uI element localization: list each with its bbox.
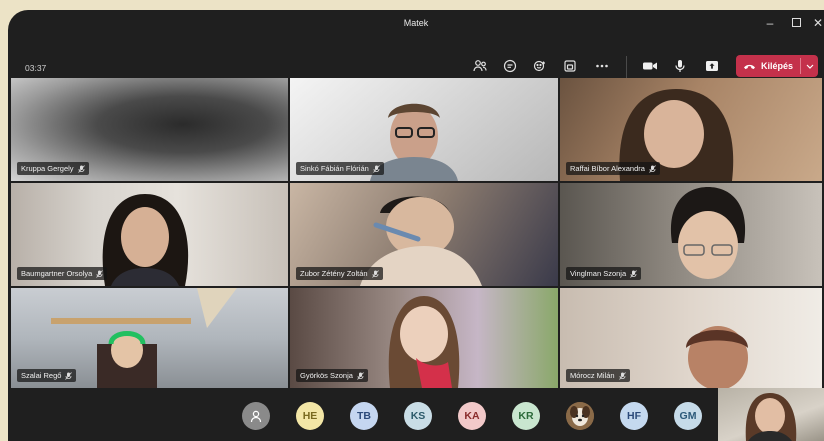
participant-name: Szalai Regő	[21, 371, 62, 380]
video-tile[interactable]: Györkös Szonja	[290, 288, 558, 388]
minimize-icon[interactable]: –	[760, 14, 780, 32]
dog-photo-avatar[interactable]	[566, 402, 594, 430]
teams-meeting-window: Matek – ✕ 03:37 Kilépés Kruppa Gergely S…	[8, 10, 824, 441]
participant-name-tag: Vinglman Szonja	[566, 267, 642, 280]
video-tile[interactable]: Vinglman Szonja	[560, 183, 822, 286]
participant-name: Baumgartner Orsolya	[21, 269, 93, 278]
camera-icon[interactable]	[640, 56, 660, 76]
participant-name: Kruppa Gergely	[21, 164, 74, 173]
people-icon[interactable]	[470, 56, 490, 76]
video-tile[interactable]: Sinkó Fábián Flórián	[290, 78, 558, 181]
participant-avatar[interactable]: TB	[350, 402, 378, 430]
participant-name-tag: Zubor Zétény Zoltán	[296, 267, 383, 280]
mic-muted-icon	[371, 269, 379, 278]
mic-muted-icon	[96, 269, 104, 278]
microphone-icon[interactable]	[670, 56, 690, 76]
window-title: Matek	[403, 18, 429, 28]
participant-avatar[interactable]: GM	[674, 402, 702, 430]
more-options-icon[interactable]	[592, 56, 612, 76]
person-icon[interactable]	[242, 402, 270, 430]
rooms-icon[interactable]	[560, 56, 580, 76]
participant-avatar[interactable]: HE	[296, 402, 324, 430]
video-tile[interactable]: Kruppa Gergely	[11, 78, 288, 181]
leave-main[interactable]: Kilépés	[736, 55, 800, 77]
participant-avatar[interactable]: KR	[512, 402, 540, 430]
participant-strip: HE TB KS KA KR HF GM	[8, 388, 824, 441]
participant-name-tag: Sinkó Fábián Flórián	[296, 162, 384, 175]
share-screen-icon[interactable]	[702, 56, 722, 76]
participant-name: Mórocz Milán	[570, 371, 615, 380]
participant-name-tag: Szalai Regő	[17, 369, 77, 382]
mic-muted-icon	[372, 164, 380, 173]
participant-name-tag: Györkös Szonja	[296, 369, 368, 382]
chat-icon[interactable]	[500, 56, 520, 76]
participant-name-tag: Raffai Bíbor Alexandra	[566, 162, 660, 175]
participant-name-tag: Mórocz Milán	[566, 369, 630, 382]
video-tile[interactable]: Zubor Zétény Zoltán	[290, 183, 558, 286]
close-icon[interactable]: ✕	[808, 14, 824, 32]
leave-button[interactable]: Kilépés	[736, 55, 818, 77]
video-tile[interactable]: Raffai Bíbor Alexandra	[560, 78, 822, 181]
mic-muted-icon	[630, 269, 637, 278]
mic-muted-icon	[65, 371, 73, 380]
title-bar: Matek – ✕	[8, 10, 824, 36]
elapsed-time: 03:37	[25, 63, 47, 73]
chevron-down-icon[interactable]	[801, 55, 818, 77]
video-tile[interactable]: Baumgartner Orsolya	[11, 183, 288, 286]
participant-avatar[interactable]: KA	[458, 402, 486, 430]
mic-muted-icon	[618, 371, 626, 380]
participant-name: Györkös Szonja	[300, 371, 353, 380]
mic-muted-icon	[77, 164, 85, 173]
participant-avatar[interactable]: KS	[404, 402, 432, 430]
reactions-icon[interactable]	[530, 56, 550, 76]
participant-name-tag: Kruppa Gergely	[17, 162, 89, 175]
participant-avatar[interactable]: HF	[620, 402, 648, 430]
mic-muted-icon	[649, 164, 656, 173]
dog-photo	[566, 402, 594, 430]
self-view-video[interactable]	[718, 388, 824, 441]
toolbar-divider	[626, 56, 627, 78]
video-tile[interactable]: Mórocz Milán	[560, 288, 822, 388]
hang-up-icon	[743, 64, 755, 69]
participant-name: Sinkó Fábián Flórián	[300, 164, 369, 173]
self-view-silhouette	[745, 393, 797, 441]
participant-name: Zubor Zétény Zoltán	[300, 269, 368, 278]
maximize-icon[interactable]	[786, 14, 806, 32]
participant-name: Vinglman Szonja	[570, 269, 627, 278]
participant-name-tag: Baumgartner Orsolya	[17, 267, 108, 280]
mic-muted-icon	[357, 371, 364, 380]
participant-name: Raffai Bíbor Alexandra	[570, 164, 645, 173]
video-tile[interactable]: Szalai Regő	[11, 288, 288, 388]
leave-label: Kilépés	[760, 61, 793, 71]
